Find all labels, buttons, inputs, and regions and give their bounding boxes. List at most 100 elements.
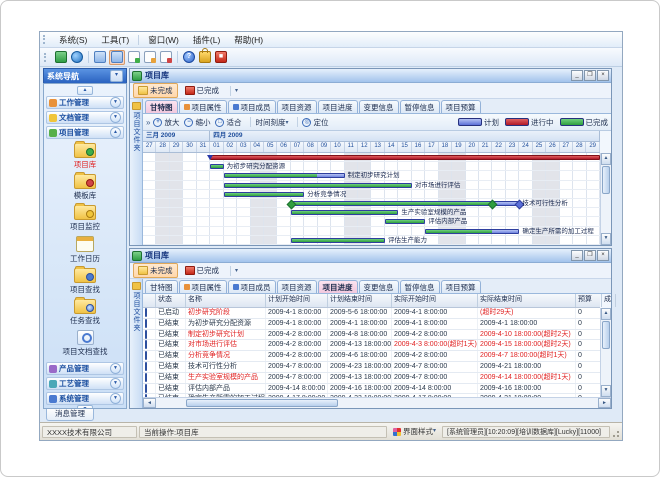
table-row[interactable]: 已结束确定生产所需的加工过程2009-4-17 8:00:002009-4-23…: [143, 394, 600, 397]
tab-甘特图[interactable]: 甘特图: [145, 100, 178, 113]
scrollbar-thumb[interactable]: [602, 321, 610, 349]
chevron-up-icon[interactable]: ▲: [77, 86, 93, 95]
column-header-实际开始时间[interactable]: 实际开始时间: [392, 294, 478, 307]
drag-handle-icon[interactable]: [43, 35, 48, 44]
report-edit-button[interactable]: [143, 51, 157, 64]
column-header-名称[interactable]: 名称: [186, 294, 266, 307]
scroll-down-arrow-icon[interactable]: ▼: [601, 233, 611, 245]
tab-变更信息[interactable]: 变更信息: [359, 100, 399, 113]
table-row[interactable]: 已结束为初步研究分配资源2009-4-1 8:00:002009-4-1 18:…: [143, 319, 600, 330]
tab-项目预算[interactable]: 项目预算: [441, 280, 481, 293]
sidebar-item-项目文档查找[interactable]: 项目文档查找: [63, 330, 108, 357]
panel-titlebar[interactable]: 项目库_❐×: [130, 69, 611, 83]
tab-项目属性[interactable]: 项目属性: [179, 100, 227, 113]
scroll-up-arrow-icon[interactable]: ▲: [601, 308, 611, 320]
table-row[interactable]: 已结束分析竞争情况2009-4-2 8:00:002009-4-6 18:00:…: [143, 351, 600, 362]
folder-open-button[interactable]: [109, 50, 125, 65]
minimize-button[interactable]: _: [571, 70, 583, 81]
scroll-left-arrow-icon[interactable]: ◄: [143, 398, 156, 408]
chevron-down-icon[interactable]: ▾: [235, 267, 238, 274]
table-row[interactable]: 已结束对市场进行评估2009-4-2 8:00:002009-4-13 18:0…: [143, 340, 600, 351]
gantt-bar-completed[interactable]: [224, 192, 305, 197]
gantt-bar-completed[interactable]: [291, 201, 520, 206]
gantt-chart[interactable]: 为初步研究分配资源制定初步研究计划对市场进行评估分析竞争情况技术可行性分析生产实…: [143, 153, 600, 245]
menu-item-3[interactable]: 窗口(W): [141, 33, 186, 47]
gantt-bar-completed[interactable]: [210, 164, 223, 169]
maximize-button[interactable]: ❐: [584, 250, 596, 261]
tab-message-management[interactable]: 消息管理: [46, 409, 94, 421]
sidebar-item-模板库[interactable]: 模板库: [74, 174, 97, 201]
panel-titlebar[interactable]: 项目库_❐×: [130, 249, 611, 263]
pin-icon[interactable]: ▾: [110, 70, 123, 82]
scrollbar-thumb[interactable]: [602, 166, 610, 194]
tab-项目预算[interactable]: 项目预算: [441, 100, 481, 113]
table-row[interactable]: 已启动初步研究阶段2009-4-1 8:00:002009-5-6 18:00:…: [143, 308, 600, 319]
tab-甘特图[interactable]: 甘特图: [145, 280, 178, 293]
close-button[interactable]: ×: [597, 70, 609, 81]
filter-未完成[interactable]: 未完成: [133, 83, 178, 98]
maximize-button[interactable]: ❐: [584, 70, 596, 81]
toolbar-overflow-icon[interactable]: »: [146, 118, 150, 127]
sidebar-group-系统管理[interactable]: 系统管理▼: [46, 392, 124, 405]
column-header-计划开始时间[interactable]: 计划开始时间: [266, 294, 328, 307]
tab-暂停信息[interactable]: 暂停信息: [400, 280, 440, 293]
filter-未完成[interactable]: 未完成: [133, 263, 178, 278]
gantt-bar-inprogress[interactable]: [210, 155, 600, 160]
time-scale-dropdown[interactable]: 时间刻度 ▾: [255, 117, 288, 128]
table-row[interactable]: 已结束技术可行性分析2009-4-7 8:00:002009-4-23 18:0…: [143, 362, 600, 373]
scrollbar-thumb[interactable]: [186, 399, 338, 407]
menu-item-4[interactable]: 插件(L): [186, 33, 227, 47]
ui-style-selector[interactable]: 界面样式 ▾: [389, 426, 440, 438]
lock-button[interactable]: [198, 51, 212, 64]
close-button[interactable]: ×: [597, 250, 609, 261]
column-header-预算[interactable]: 预算: [576, 294, 602, 307]
fit-button[interactable]: □适合: [215, 117, 241, 128]
vertical-scrollbar[interactable]: ▲▼: [600, 308, 611, 397]
vertical-tab-project-folder[interactable]: 项目文件夹: [130, 279, 143, 408]
sidebar-item-项目查找[interactable]: 项目查找: [70, 268, 100, 295]
filter-已完成[interactable]: 已完成: [181, 264, 224, 277]
report-remove-button[interactable]: [159, 51, 173, 64]
locate-button[interactable]: ◎定位: [302, 117, 328, 128]
column-header-icon[interactable]: [143, 294, 156, 307]
table-row[interactable]: 已结束评估内部产品2009-4-14 8:00:002009-4-16 18:0…: [143, 384, 600, 395]
tab-暂停信息[interactable]: 暂停信息: [400, 100, 440, 113]
column-header-实际结束时间[interactable]: 实际结束时间: [478, 294, 576, 307]
exit-button[interactable]: ■: [214, 51, 228, 64]
chevron-down-icon[interactable]: ▾: [235, 87, 238, 94]
drag-handle-icon[interactable]: [44, 53, 49, 62]
sidebar-group-工艺管理[interactable]: 工艺管理▼: [46, 377, 124, 390]
chevron-up-icon[interactable]: ▲: [110, 127, 121, 138]
chevron-down-icon[interactable]: ▼: [110, 112, 121, 123]
menu-item-5[interactable]: 帮助(H): [227, 33, 270, 47]
sidebar-item-任务查找[interactable]: 任务查找: [70, 299, 100, 326]
horizontal-scrollbar[interactable]: ◄►: [143, 397, 611, 408]
vertical-tab-project-folder[interactable]: 项目文件夹: [130, 99, 143, 245]
help-button[interactable]: ?: [182, 51, 196, 64]
new-window-button[interactable]: [54, 51, 68, 64]
table-row[interactable]: 已结束制定初步研究计划2009-4-2 8:00:002009-4-8 18:0…: [143, 330, 600, 341]
chevron-down-icon[interactable]: ▼: [110, 97, 121, 108]
gantt-bar-completed[interactable]: [291, 238, 385, 243]
sidebar-group-项目管理[interactable]: 项目管理▲: [46, 126, 124, 139]
zoom-out-button[interactable]: −缩小: [184, 117, 210, 128]
menu-item-2[interactable]: 工具(T): [94, 33, 136, 47]
column-header-成[interactable]: 成: [602, 294, 616, 307]
gantt-bar-completed[interactable]: [385, 219, 425, 224]
sidebar-group-工作管理[interactable]: 工作管理▼: [46, 96, 124, 109]
tab-项目资源[interactable]: 项目资源: [277, 100, 317, 113]
chevron-down-icon[interactable]: ▼: [110, 393, 121, 404]
chevron-down-icon[interactable]: ▼: [110, 363, 121, 374]
scroll-right-arrow-icon[interactable]: ►: [598, 398, 611, 408]
sidebar-group-文档管理[interactable]: 文档管理▼: [46, 111, 124, 124]
sidebar-item-项目库[interactable]: 项目库: [74, 143, 97, 170]
sidebar-item-工作日历[interactable]: 工作日历: [70, 236, 100, 264]
report-add-button[interactable]: [127, 51, 141, 64]
table-row[interactable]: 已结束生产实验室规模的产品2009-4-7 8:00:002009-4-13 1…: [143, 373, 600, 384]
folder-closed-button[interactable]: [93, 51, 107, 64]
filter-已完成[interactable]: 已完成: [181, 84, 224, 97]
sidebar-item-项目监控[interactable]: 项目监控: [70, 205, 100, 232]
tab-项目成员[interactable]: 项目成员: [228, 100, 276, 113]
column-header-计划结束时间[interactable]: 计划结束时间: [328, 294, 392, 307]
tab-项目进度[interactable]: 项目进度: [318, 280, 358, 293]
